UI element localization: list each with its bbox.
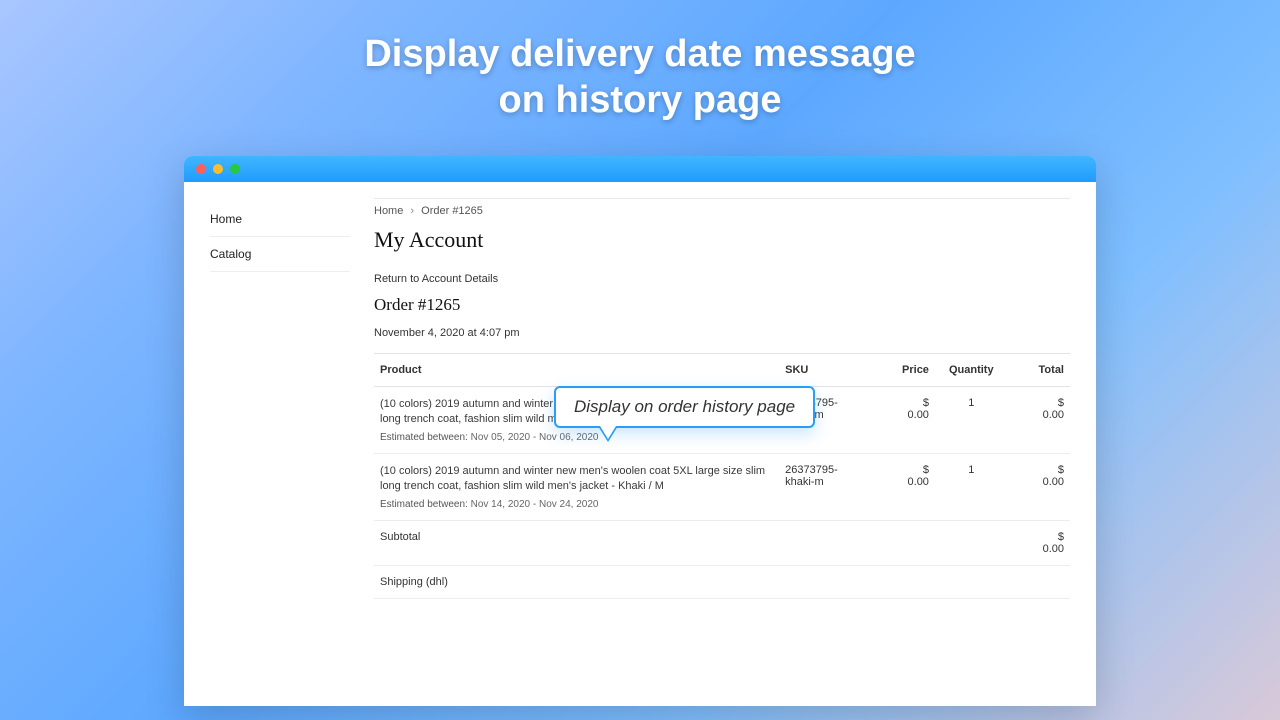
cell-total: $0.00 — [1008, 387, 1070, 454]
sidebar-item-home[interactable]: Home — [210, 202, 350, 237]
close-icon[interactable] — [196, 164, 206, 174]
promo-line1: Display delivery date message — [364, 33, 915, 75]
shipping-value — [1008, 565, 1070, 598]
breadcrumb: Home › Order #1265 — [374, 205, 1070, 217]
subtotal-label: Subtotal — [374, 520, 1008, 565]
order-date: November 4, 2020 at 4:07 pm — [374, 327, 1070, 339]
th-product: Product — [374, 354, 779, 387]
minimize-icon[interactable] — [213, 164, 223, 174]
estimated-delivery: Estimated between: Nov 14, 2020 - Nov 24… — [380, 499, 773, 510]
main-content: Home › Order #1265 My Account Return to … — [350, 198, 1070, 706]
promo-line2: on history page — [499, 79, 782, 121]
order-title: Order #1265 — [374, 295, 1070, 315]
subtotal-row: Subtotal $0.00 — [374, 520, 1070, 565]
shipping-row: Shipping (dhl) — [374, 565, 1070, 598]
cell-price: $0.00 — [873, 387, 935, 454]
chevron-right-icon: › — [410, 205, 414, 217]
cell-price: $0.00 — [873, 453, 935, 520]
table-row: (10 colors) 2019 autumn and winter new m… — [374, 453, 1070, 520]
cell-sku: 26373795-khaki-m — [779, 453, 872, 520]
th-price: Price — [873, 354, 935, 387]
promo-headline: Display delivery date message on history… — [0, 32, 1280, 123]
return-link[interactable]: Return to Account Details — [374, 273, 1070, 285]
page-title: My Account — [374, 227, 1070, 253]
cell-qty: 1 — [935, 453, 1008, 520]
cell-total: $0.00 — [1008, 453, 1070, 520]
callout-tooltip: Display on order history page — [554, 386, 815, 428]
browser-window: Home Catalog Home › Order #1265 My Accou… — [184, 156, 1096, 706]
cell-qty: 1 — [935, 387, 1008, 454]
th-quantity: Quantity — [935, 354, 1008, 387]
th-sku: SKU — [779, 354, 872, 387]
breadcrumb-home[interactable]: Home — [374, 205, 403, 217]
breadcrumb-current: Order #1265 — [421, 205, 483, 217]
sidebar: Home Catalog — [210, 198, 350, 706]
sidebar-item-catalog[interactable]: Catalog — [210, 237, 350, 272]
table-header-row: Product SKU Price Quantity Total — [374, 354, 1070, 387]
shipping-label: Shipping (dhl) — [374, 565, 1008, 598]
callout-tail-icon — [598, 426, 618, 442]
estimated-delivery: Estimated between: Nov 05, 2020 - Nov 06… — [380, 432, 773, 443]
window-titlebar — [184, 156, 1096, 182]
maximize-icon[interactable] — [230, 164, 240, 174]
th-total: Total — [1008, 354, 1070, 387]
callout-text: Display on order history page — [574, 397, 795, 416]
product-name[interactable]: (10 colors) 2019 autumn and winter new m… — [380, 464, 773, 495]
subtotal-value: $0.00 — [1008, 520, 1070, 565]
